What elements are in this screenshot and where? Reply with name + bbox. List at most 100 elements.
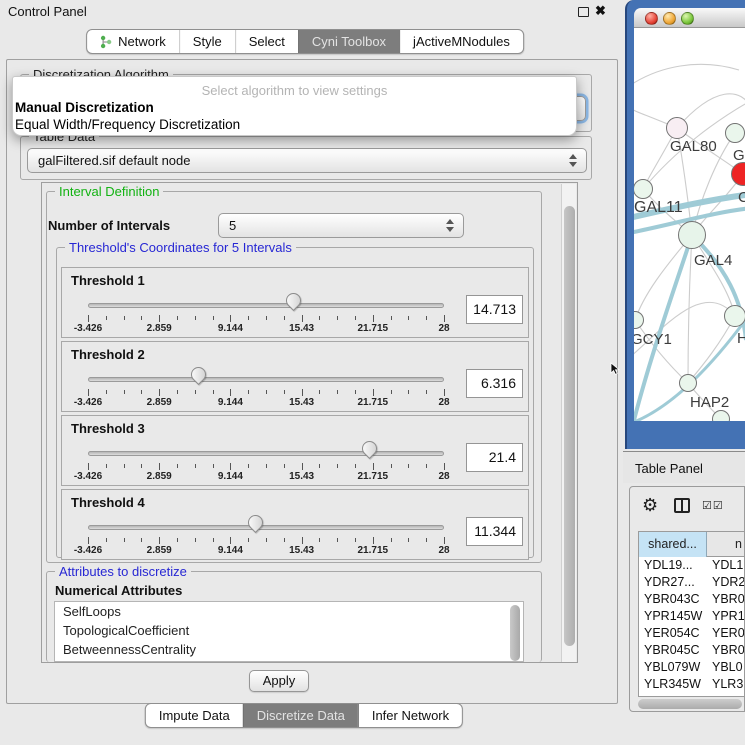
network-node[interactable] — [712, 410, 730, 421]
slider-tick — [195, 538, 196, 542]
slider-tick-label: -3.426 — [74, 323, 102, 334]
popup-option-equal-width-frequency[interactable]: Equal Width/Frequency Discretization — [15, 117, 240, 132]
slider-tick — [213, 316, 214, 320]
cell-shared-name: YBR045C — [644, 642, 707, 659]
slider-tick — [230, 315, 231, 322]
combo-arrows-icon — [446, 219, 454, 232]
table-row[interactable]: YBR045C YBR0 — [639, 642, 744, 659]
slider-tick — [444, 537, 445, 544]
slider-tick-label: -3.426 — [74, 545, 102, 556]
slider-tick — [266, 390, 267, 394]
cell-name: YLR3 — [712, 676, 744, 693]
node-label: HAP2 — [690, 394, 729, 411]
slider-tick-label: 15.43 — [289, 397, 314, 408]
slider-track[interactable] — [88, 525, 444, 530]
cell-shared-name: YBR043C — [644, 591, 707, 608]
slider-tick — [302, 389, 303, 396]
network-node[interactable] — [725, 123, 745, 143]
table-row[interactable]: YBL079WYBL0 — [639, 659, 744, 676]
table-row[interactable]: YBR043C YBR0 — [639, 591, 744, 608]
cell-shared-name: YER054C — [644, 625, 707, 642]
slider-tick — [248, 538, 249, 542]
column-header-name[interactable]: n — [709, 532, 744, 557]
network-node[interactable] — [724, 305, 745, 327]
number-of-intervals-value: 5 — [229, 218, 236, 233]
network-canvas[interactable]: GAL80GCGAL11GAL4GCY1HHAP2 — [634, 28, 745, 421]
slider-tick-label: -3.426 — [74, 397, 102, 408]
tab-network[interactable]: Network — [87, 30, 179, 53]
popup-option-manual-discretization[interactable]: Manual Discretization — [15, 100, 154, 115]
attribute-list-item[interactable]: TopologicalCoefficient — [55, 621, 523, 640]
list-scrollbar[interactable] — [509, 604, 521, 659]
zoom-traffic-light-icon[interactable] — [681, 12, 694, 25]
app-root: Control Panel ✖ Network Style Select Cyn… — [0, 0, 745, 745]
table-data-combobox[interactable]: galFiltered.sif default node — [27, 148, 587, 173]
network-node[interactable] — [666, 117, 688, 139]
cell-name: YBR0 — [712, 642, 744, 659]
slider-tick — [444, 463, 445, 470]
slider-track[interactable] — [88, 377, 444, 382]
gear-icon[interactable]: ⚙ — [642, 495, 658, 516]
slider-tick — [266, 316, 267, 320]
horizontal-scrollbar[interactable] — [638, 699, 742, 709]
slider-track[interactable] — [88, 451, 444, 456]
split-columns-icon[interactable] — [674, 498, 690, 513]
cell-shared-name: YLR345W — [644, 676, 707, 693]
table-row[interactable]: YER054CYER0 — [639, 625, 744, 642]
threshold-value-field[interactable]: 11.344 — [466, 517, 523, 546]
attribute-list-item[interactable]: BetweennessCentrality — [55, 640, 523, 659]
tab-jactivemnodules[interactable]: jActiveMNodules — [399, 30, 523, 53]
slider-tick — [391, 464, 392, 468]
slider-tick — [159, 463, 160, 470]
tab-impute-data[interactable]: Impute Data — [146, 704, 243, 727]
attributes-title: Attributes to discretize — [55, 564, 191, 579]
slider-tick — [177, 538, 178, 542]
network-node[interactable] — [679, 374, 697, 392]
table-row[interactable]: YDR27...YDR2 — [639, 574, 744, 591]
numerical-attributes-header: Numerical Attributes — [55, 583, 182, 598]
table-row[interactable]: YDL19...YDL1 — [639, 557, 744, 574]
attribute-list-item[interactable]: SelfLoops — [55, 602, 523, 621]
network-node[interactable] — [634, 179, 653, 199]
tab-infer-network[interactable]: Infer Network — [358, 704, 462, 727]
numerical-attributes-list[interactable]: SelfLoopsTopologicalCoefficientBetweenne… — [54, 601, 524, 662]
slider-track[interactable] — [88, 303, 444, 308]
table-row[interactable]: YLR345W YLR3 — [639, 676, 744, 693]
cell-name: YBR0 — [712, 591, 744, 608]
threshold-value-field[interactable]: 6.316 — [466, 369, 523, 398]
slider-tick — [159, 389, 160, 396]
close-icon[interactable]: ✖ — [595, 3, 606, 19]
table-row[interactable]: YIL052CYIL0 — [639, 693, 744, 697]
close-traffic-light-icon[interactable] — [645, 12, 658, 25]
mouse-cursor — [609, 362, 621, 376]
slider-tick — [159, 315, 160, 322]
tab-cyni-toolbox[interactable]: Cyni Toolbox — [298, 30, 399, 53]
cell-shared-name: YDR27... — [644, 574, 707, 591]
slider-tick — [195, 390, 196, 394]
slider-tick — [266, 464, 267, 468]
attr-items: SelfLoopsTopologicalCoefficientBetweenne… — [55, 602, 523, 659]
tab-select[interactable]: Select — [235, 30, 298, 53]
slider-tick-label: 9.144 — [218, 545, 243, 556]
slider-tick — [426, 390, 427, 394]
number-of-intervals-combobox[interactable]: 5 — [218, 213, 464, 238]
column-header-shared[interactable]: shared... — [639, 532, 707, 557]
combo-arrows-icon — [569, 154, 577, 167]
slider-tick — [230, 537, 231, 544]
tab-style[interactable]: Style — [179, 30, 235, 53]
scrollbar-thumb[interactable] — [564, 206, 575, 646]
apply-button[interactable]: Apply — [249, 670, 309, 692]
tab-discretize-data[interactable]: Discretize Data — [243, 704, 358, 727]
network-node[interactable] — [678, 221, 706, 249]
threshold-value-field[interactable]: 14.713 — [466, 295, 523, 324]
vertical-scrollbar[interactable] — [561, 184, 576, 663]
slider-tick — [444, 315, 445, 322]
float-window-icon[interactable] — [578, 7, 589, 17]
table-row[interactable]: YPR145WYPR1 — [639, 608, 744, 625]
minimize-traffic-light-icon[interactable] — [663, 12, 676, 25]
slider-tick — [141, 538, 142, 542]
checked-boxes-icon[interactable]: ☑☑ — [702, 499, 724, 512]
slider-tick-label: 21.715 — [358, 545, 389, 556]
threshold-value-field[interactable]: 21.4 — [466, 443, 523, 472]
control-panel-titlebar: Control Panel ✖ — [0, 0, 621, 24]
